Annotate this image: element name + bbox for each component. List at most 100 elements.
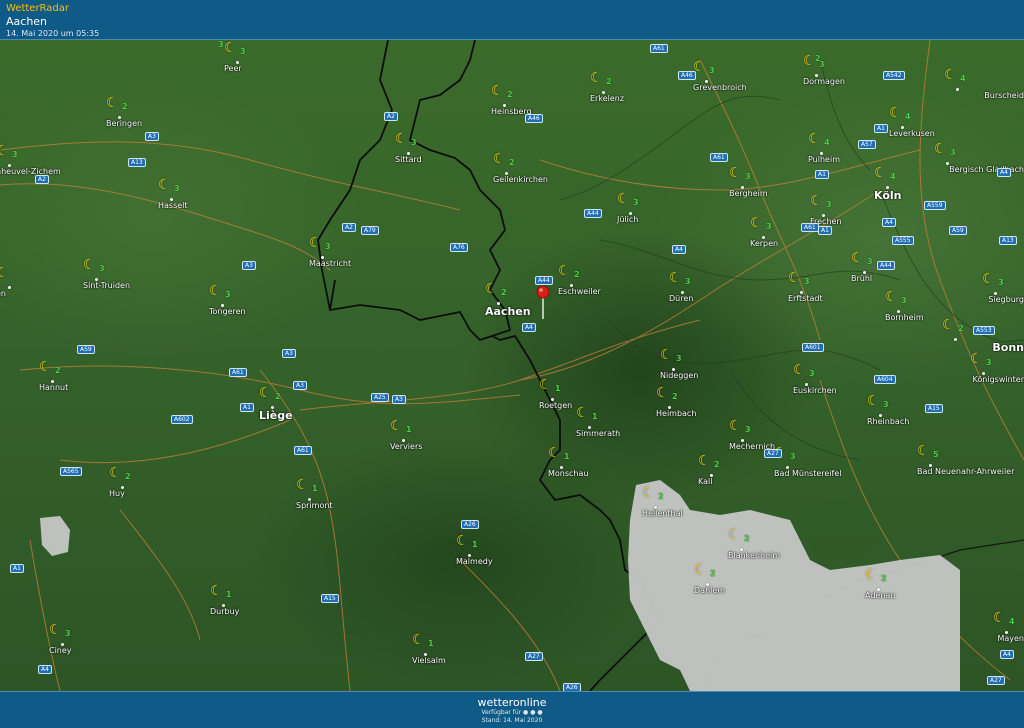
city-label[interactable]: Ciney <box>49 646 72 656</box>
wind-speed: 3 <box>826 200 832 209</box>
moon-icon: ☾ <box>0 143 9 159</box>
road-label: A59 <box>77 345 95 354</box>
moon-icon: ☾ <box>259 385 272 401</box>
moon-icon: ☾ <box>412 632 425 648</box>
city-label[interactable]: Siegburg <box>988 295 1024 305</box>
windows-icon[interactable]: ● <box>537 709 542 716</box>
city-label[interactable]: Blankenheim <box>728 551 780 561</box>
city-dot <box>954 338 957 341</box>
city-label[interactable]: Bad Neuenahr-Ahrweiler <box>917 467 1014 477</box>
city-label[interactable]: Erkelenz <box>590 94 624 104</box>
city-label[interactable]: Jülich <box>617 215 638 225</box>
city-label[interactable]: Königswinter <box>973 375 1024 385</box>
road-label: A44 <box>535 276 553 285</box>
city-label[interactable]: Monschau <box>548 469 588 479</box>
city-label[interactable]: Roetgen <box>539 401 572 411</box>
android-icon[interactable]: ● <box>530 709 535 716</box>
moon-icon: ☾ <box>209 283 222 299</box>
city-label[interactable]: Mayen <box>997 634 1024 644</box>
moon-icon: ☾ <box>728 527 741 543</box>
city-label[interactable]: Leverkusen <box>889 129 935 139</box>
road-label: A4 <box>1000 650 1014 659</box>
city-label[interactable]: Hannut <box>39 383 68 393</box>
road-label: A555 <box>892 236 914 245</box>
city-label[interactable]: Sittard <box>395 155 422 165</box>
city-label[interactable]: Aachen <box>485 305 531 318</box>
map-pin-icon[interactable] <box>536 285 550 321</box>
city-label[interactable]: Huy <box>109 489 125 499</box>
wind-speed: 3 <box>804 277 810 286</box>
city-label[interactable]: Burscheid <box>984 91 1024 101</box>
city-label[interactable]: Kerpen <box>750 239 778 249</box>
wind-speed: 2 <box>714 460 720 469</box>
city-label[interactable]: Heimbach <box>656 409 696 419</box>
city-label[interactable]: Hellenthal <box>642 509 683 519</box>
city-label[interactable]: Vielsalm <box>412 656 446 666</box>
city-label[interactable]: nheuvel-Zichem <box>0 167 61 177</box>
moon-icon: ☾ <box>224 40 237 56</box>
city-label[interactable]: Kall <box>698 477 712 487</box>
city-label[interactable]: Dahlem <box>694 586 725 596</box>
city-label[interactable]: Peer <box>224 64 242 74</box>
city-label[interactable]: Nideggen <box>660 371 698 381</box>
city-label[interactable]: Düren <box>669 294 693 304</box>
city-label[interactable]: Geilenkirchen <box>493 175 548 185</box>
city-label[interactable]: Brühl <box>851 274 872 284</box>
city-label[interactable]: Malmedy <box>456 557 493 567</box>
city-label[interactable]: Verviers <box>390 442 422 452</box>
footer-brand[interactable]: wetteronline <box>0 696 1024 709</box>
city-label[interactable]: Pulheim <box>808 155 840 165</box>
city-label[interactable]: Eschweiler <box>558 287 601 297</box>
wind-speed: 3 <box>65 629 71 638</box>
city-label[interactable]: Durbuy <box>210 607 239 617</box>
city-label[interactable]: Maastricht <box>309 259 351 269</box>
city-label[interactable]: Grevenbroich <box>693 83 747 93</box>
wind-speed: 2 <box>815 54 821 63</box>
moon-icon: ☾ <box>491 83 504 99</box>
city-label[interactable]: Simmerath <box>576 429 620 439</box>
wind-speed: 2 <box>710 569 716 578</box>
apple-icon[interactable]: ● <box>523 709 528 716</box>
wind-speed: 1 <box>312 484 318 493</box>
wind-speed: 2 <box>881 574 887 583</box>
road-label: A3 <box>293 381 307 390</box>
city-dot <box>956 88 959 91</box>
road-label: A57 <box>858 140 876 149</box>
wind-speed: 4 <box>824 138 830 147</box>
road-label: A27 <box>987 676 1005 685</box>
city-label[interactable]: Dormagen <box>803 77 845 87</box>
city-label[interactable]: Bornheim <box>885 313 924 323</box>
road-label: A1 <box>815 170 829 179</box>
city-label[interactable]: Adenau <box>865 591 895 601</box>
city-label[interactable]: Euskirchen <box>793 386 837 396</box>
city-label[interactable]: Beringen <box>106 119 142 129</box>
city-label[interactable]: Sprimont <box>296 501 333 511</box>
road-label: A565 <box>60 467 82 476</box>
city-label[interactable]: Köln <box>874 189 902 202</box>
city-label[interactable]: Hasselt <box>158 201 188 211</box>
moon-icon: ☾ <box>390 418 403 434</box>
radar-map[interactable]: ☾ 3 Peer ☾ 2 Beringen ☾ 2 Heinsberg ☾ 2 Erkelenz ☾ 3 G… <box>0 40 1024 691</box>
road-label: A46 <box>678 71 696 80</box>
wind-speed: 3 <box>950 148 956 157</box>
road-label: A3 <box>242 261 256 270</box>
wind-speed: 3 <box>325 242 331 251</box>
city-label[interactable]: en <box>0 289 6 299</box>
city-label[interactable]: Bergisch Gladbach <box>949 165 1024 175</box>
road-label: A601 <box>802 343 824 352</box>
city-label[interactable]: Sint-Truiden <box>83 281 130 291</box>
wind-speed: 1 <box>592 412 598 421</box>
wind-speed: 3 <box>709 66 715 75</box>
city-label[interactable]: Liège <box>259 409 293 422</box>
moon-icon: ☾ <box>0 265 9 281</box>
city-label[interactable]: Rheinbach <box>867 417 909 427</box>
moon-icon: ☾ <box>729 165 742 181</box>
wind-speed: 4 <box>960 74 966 83</box>
city-label[interactable]: Bergheim <box>729 189 768 199</box>
moon-icon: ☾ <box>456 533 469 549</box>
city-label[interactable]: Bonn <box>992 341 1024 354</box>
city-label[interactable]: Tongeren <box>209 307 246 317</box>
city-label[interactable]: Erftstadt <box>788 294 823 304</box>
moon-icon: ☾ <box>296 477 309 493</box>
city-label[interactable]: Bad Münstereifel <box>774 469 842 479</box>
